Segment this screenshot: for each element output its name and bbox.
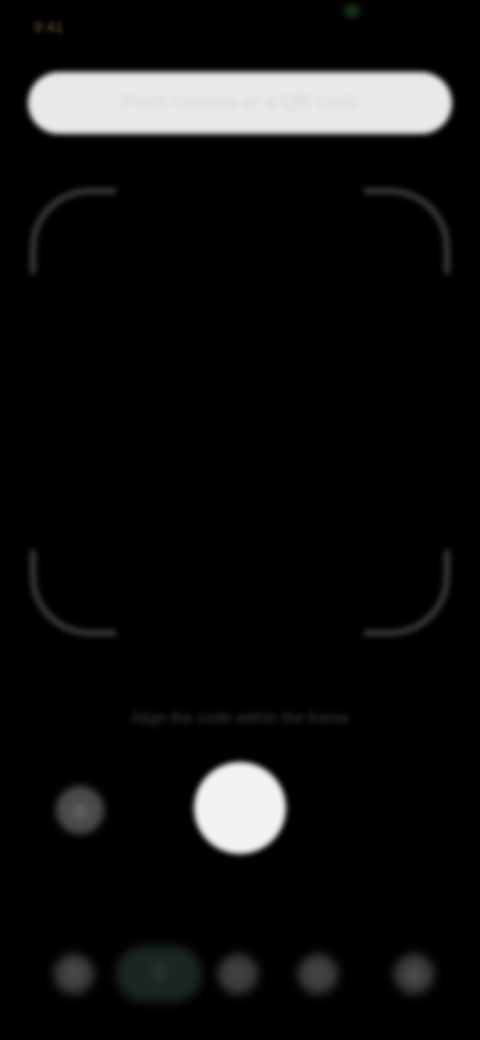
scan-hint-text: Align the code within the frame (130, 710, 350, 727)
image-icon: ▣ (71, 800, 89, 820)
viewfinder-frame[interactable] (30, 188, 450, 636)
nav-item-translate[interactable]: 文 (54, 954, 94, 994)
nav-item-homework[interactable]: ✎ (298, 954, 338, 994)
nav-item-shopping[interactable]: ◈ (394, 954, 434, 994)
nav-item-search[interactable]: ⌕ (218, 954, 258, 994)
search-icon: ⌕ (232, 964, 244, 984)
nav-item-text[interactable]: T (116, 946, 202, 1002)
homework-icon: ✎ (310, 964, 326, 984)
prompt-text: Point camera at a QR code (121, 92, 359, 113)
viewfinder-corner-top-left (30, 188, 116, 274)
translate-icon: 文 (65, 964, 83, 984)
status-bar: 9:41 (0, 0, 480, 48)
status-time: 9:41 (34, 18, 64, 36)
viewfinder-corner-bottom-right (364, 550, 450, 636)
shopping-icon: ◈ (407, 964, 421, 984)
status-left: 9:41 (34, 18, 104, 36)
gallery-button[interactable]: ▣ (56, 786, 104, 834)
prompt-banner: Point camera at a QR code (28, 72, 452, 134)
scan-hint: Align the code within the frame (64, 708, 416, 730)
text-icon: T (153, 964, 165, 984)
viewfinder-corner-top-right (364, 188, 450, 274)
camera-in-use-indicator (345, 6, 359, 16)
shutter-button[interactable] (194, 762, 286, 854)
bottom-nav: 文 T ⌕ ✎ ◈ (0, 940, 480, 1010)
viewfinder-corner-bottom-left (30, 550, 116, 636)
